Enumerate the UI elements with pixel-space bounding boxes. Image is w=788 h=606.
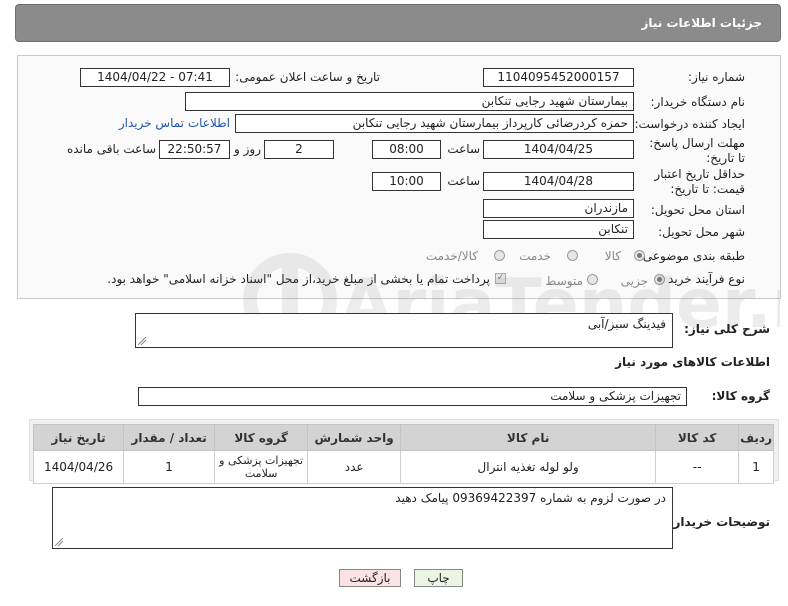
buyer-field[interactable]: بیمارستان شهید رجایی تنکابن xyxy=(185,92,634,111)
resize-grip-icon[interactable] xyxy=(55,538,63,546)
days-field[interactable]: 2 xyxy=(264,140,334,159)
goods-group-label: گروه کالا: xyxy=(711,389,770,403)
deadline-label: مهلت ارسال پاسخ: تا تاریخ: xyxy=(649,136,745,165)
validity-time-label: ساعت xyxy=(447,174,480,188)
creator-field[interactable]: حمزه کردرضائی کارپرداز بیمارستان شهید رج… xyxy=(235,114,634,133)
cell-code: -- xyxy=(655,450,740,484)
province-label: استان محل تحویل: xyxy=(650,203,745,217)
description-text: فیدینگ سبز/آبی xyxy=(587,317,666,331)
cell-group: تجهیزات پزشکی و سلامت xyxy=(214,450,309,484)
col-qty: تعداد / مقدار xyxy=(123,424,216,451)
goods-group-field[interactable]: تجهیزات پزشکی و سلامت xyxy=(138,387,687,406)
buyer-contact-link[interactable]: اطلاعات تماس خریدار xyxy=(119,116,230,130)
announce-label: تاریخ و ساعت اعلان عمومی: xyxy=(235,70,380,84)
process-option-medium: متوسط xyxy=(545,274,583,288)
resize-grip-icon[interactable] xyxy=(138,337,146,345)
col-group: گروه کالا xyxy=(214,424,309,451)
category-radio-service[interactable] xyxy=(567,250,578,261)
province-field[interactable]: مازندران xyxy=(483,199,634,218)
description-label: شرح کلی نیاز: xyxy=(684,322,770,336)
category-option-both: کالا/خدمت xyxy=(425,249,478,263)
buyer-notes-textarea[interactable]: در صورت لزوم به شماره 09369422397 پیامک … xyxy=(52,487,673,549)
col-date: تاریخ نیاز xyxy=(32,424,125,451)
col-unit: واحد شمارش xyxy=(307,424,402,451)
col-row: ردیف xyxy=(738,424,774,451)
cell-unit: عدد xyxy=(307,450,402,484)
buyer-notes-text: در صورت لزوم به شماره 09369422397 پیامک … xyxy=(395,491,666,505)
cell-name: ولو لوله تغذیه انترال xyxy=(400,450,657,484)
page-header: جزئیات اطلاعات نیاز xyxy=(15,4,781,42)
validity-time-field[interactable]: 10:00 xyxy=(372,172,441,191)
cell-date: 1404/04/26 xyxy=(32,450,125,484)
city-field[interactable]: تنکابن xyxy=(483,220,634,239)
col-name: نام کالا xyxy=(400,424,657,451)
creator-label: ایجاد کننده درخواست: xyxy=(634,117,745,131)
validity-date-field[interactable]: 1404/04/28 xyxy=(483,172,634,191)
city-label: شهر محل تحویل: xyxy=(658,225,745,239)
goods-table: ردیف کد کالا نام کالا واحد شمارش گروه کا… xyxy=(32,424,774,484)
deadline-date-field[interactable]: 1404/04/25 xyxy=(483,140,634,159)
cell-qty: 1 xyxy=(123,450,216,484)
category-radio-both[interactable] xyxy=(494,250,505,261)
col-code: کد کالا xyxy=(655,424,740,451)
need-number-label: شماره نیاز: xyxy=(688,70,745,84)
need-number-field[interactable]: 1104095452000157 xyxy=(483,68,634,87)
treasury-note: پرداخت تمام یا بخشی از مبلغ خرید،از محل … xyxy=(107,272,490,286)
table-row[interactable]: 1 -- ولو لوله تغذیه انترال عدد تجهیزات پ… xyxy=(32,450,774,484)
remaining-label: ساعت باقی مانده xyxy=(66,142,156,156)
back-button[interactable]: بازگشت xyxy=(339,569,401,587)
announce-field[interactable]: 1404/04/22 - 07:41 xyxy=(80,68,230,87)
process-radio-medium[interactable] xyxy=(587,274,598,285)
process-radio-minor[interactable] xyxy=(654,274,665,285)
print-button[interactable]: چاپ xyxy=(414,569,463,587)
table-header-row: ردیف کد کالا نام کالا واحد شمارش گروه کا… xyxy=(32,424,774,451)
page-title: جزئیات اطلاعات نیاز xyxy=(641,16,762,30)
process-option-minor: جزیی xyxy=(620,274,648,288)
deadline-time-field[interactable]: 08:00 xyxy=(372,140,441,159)
buyer-label: نام دستگاه خریدار: xyxy=(650,95,746,109)
category-label: طبقه بندی موضوعی: xyxy=(638,249,745,263)
category-radio-goods[interactable] xyxy=(634,250,645,261)
remaining-time-field[interactable]: 22:50:57 xyxy=(159,140,230,159)
goods-section-title: اطلاعات کالاهای مورد نیاز xyxy=(615,355,770,369)
category-option-service: خدمت xyxy=(519,249,551,263)
process-label: نوع فرآیند خرید : xyxy=(660,272,745,286)
category-option-goods: کالا xyxy=(604,249,621,263)
validity-label: حداقل تاریخ اعتبار قیمت: تا تاریخ: xyxy=(654,167,745,196)
deadline-time-label: ساعت xyxy=(447,142,480,156)
cell-row: 1 xyxy=(738,450,774,484)
treasury-checkbox[interactable]: ✓ xyxy=(495,273,506,284)
days-label: روز و xyxy=(234,142,261,156)
buyer-notes-label: توضیحات خریدار: xyxy=(668,515,770,529)
description-textarea[interactable]: فیدینگ سبز/آبی xyxy=(135,313,673,348)
